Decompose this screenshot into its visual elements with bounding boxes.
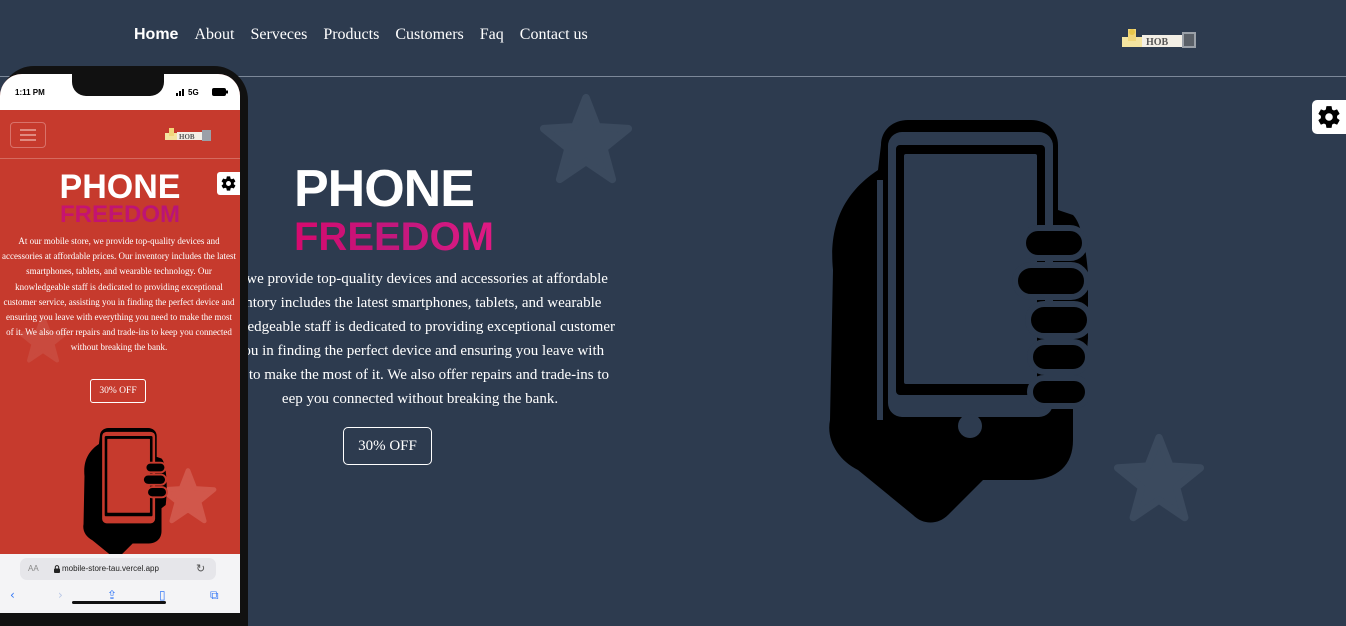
mobile-browser-bar: AA mobile-store-tau.vercel.app ↻ ‹ › ⇪ ▯… xyxy=(0,554,240,613)
signal-icon xyxy=(176,89,184,96)
mobile-logo-text: HOB xyxy=(179,133,195,141)
home-indicator xyxy=(72,601,166,604)
bookmarks-icon[interactable]: ▯ xyxy=(159,588,166,602)
battery-icon xyxy=(212,88,228,96)
hero-title-freedom: FREEDOM xyxy=(294,215,494,259)
forward-icon[interactable]: › xyxy=(58,588,63,602)
address-bar[interactable]: AA mobile-store-tau.vercel.app ↻ xyxy=(20,558,216,580)
nav-item-about[interactable]: About xyxy=(194,26,234,44)
nav-item-faq[interactable]: Faq xyxy=(480,26,504,44)
address-url: mobile-store-tau.vercel.app xyxy=(62,564,159,573)
nav-item-home[interactable]: Home xyxy=(134,26,178,44)
star-icon xyxy=(539,93,633,184)
site-logo[interactable]: HOB xyxy=(1122,29,1196,49)
mobile-title-phone: PHONE xyxy=(59,168,181,206)
nav-menu: Home About Serveces Products Customers F… xyxy=(134,26,588,44)
star-icon xyxy=(1113,433,1205,522)
nav-item-customers[interactable]: Customers xyxy=(395,26,463,44)
hero-title-phone: PHONE xyxy=(294,160,475,218)
status-network: 5G xyxy=(188,88,199,97)
mobile-hero-title: PHONE FREEDOM xyxy=(0,170,240,227)
nav-item-services[interactable]: Serveces xyxy=(250,26,307,44)
logo-text: HOB xyxy=(1146,37,1169,48)
hero-title: PHONE FREEDOM xyxy=(294,163,494,257)
phone-in-hand-icon xyxy=(829,120,1088,523)
back-icon[interactable]: ‹ xyxy=(10,588,15,602)
mobile-hero-description: At our mobile store, we provide top-qual… xyxy=(2,236,236,353)
phone-in-hand-icon xyxy=(83,428,168,558)
share-icon[interactable]: ⇪ xyxy=(107,588,117,602)
nav-item-contact[interactable]: Contact us xyxy=(520,26,588,44)
settings-gear-icon xyxy=(1318,106,1340,128)
hamburger-menu-icon[interactable] xyxy=(10,122,46,148)
reader-aa-button[interactable]: AA xyxy=(28,564,39,573)
device-notch xyxy=(72,74,164,96)
mobile-discount-button[interactable]: 30% OFF xyxy=(90,379,146,403)
mobile-screen: 1:11 PM 5G HOB PHONE FREEDOM At our mobi… xyxy=(0,74,240,613)
mobile-title-freedom: FREEDOM xyxy=(0,203,240,227)
mobile-site-logo[interactable]: HOB xyxy=(165,128,211,141)
settings-button[interactable] xyxy=(1312,100,1346,134)
tabs-icon[interactable]: ⧉ xyxy=(210,588,219,603)
nav-item-products[interactable]: Products xyxy=(323,26,379,44)
lock-icon xyxy=(54,565,60,573)
discount-button[interactable]: 30% OFF xyxy=(343,427,432,465)
reload-icon[interactable]: ↻ xyxy=(196,562,205,575)
status-time: 1:11 PM xyxy=(15,88,45,97)
browser-toolbar: ‹ › ⇪ ▯ ⧉ xyxy=(0,588,240,608)
